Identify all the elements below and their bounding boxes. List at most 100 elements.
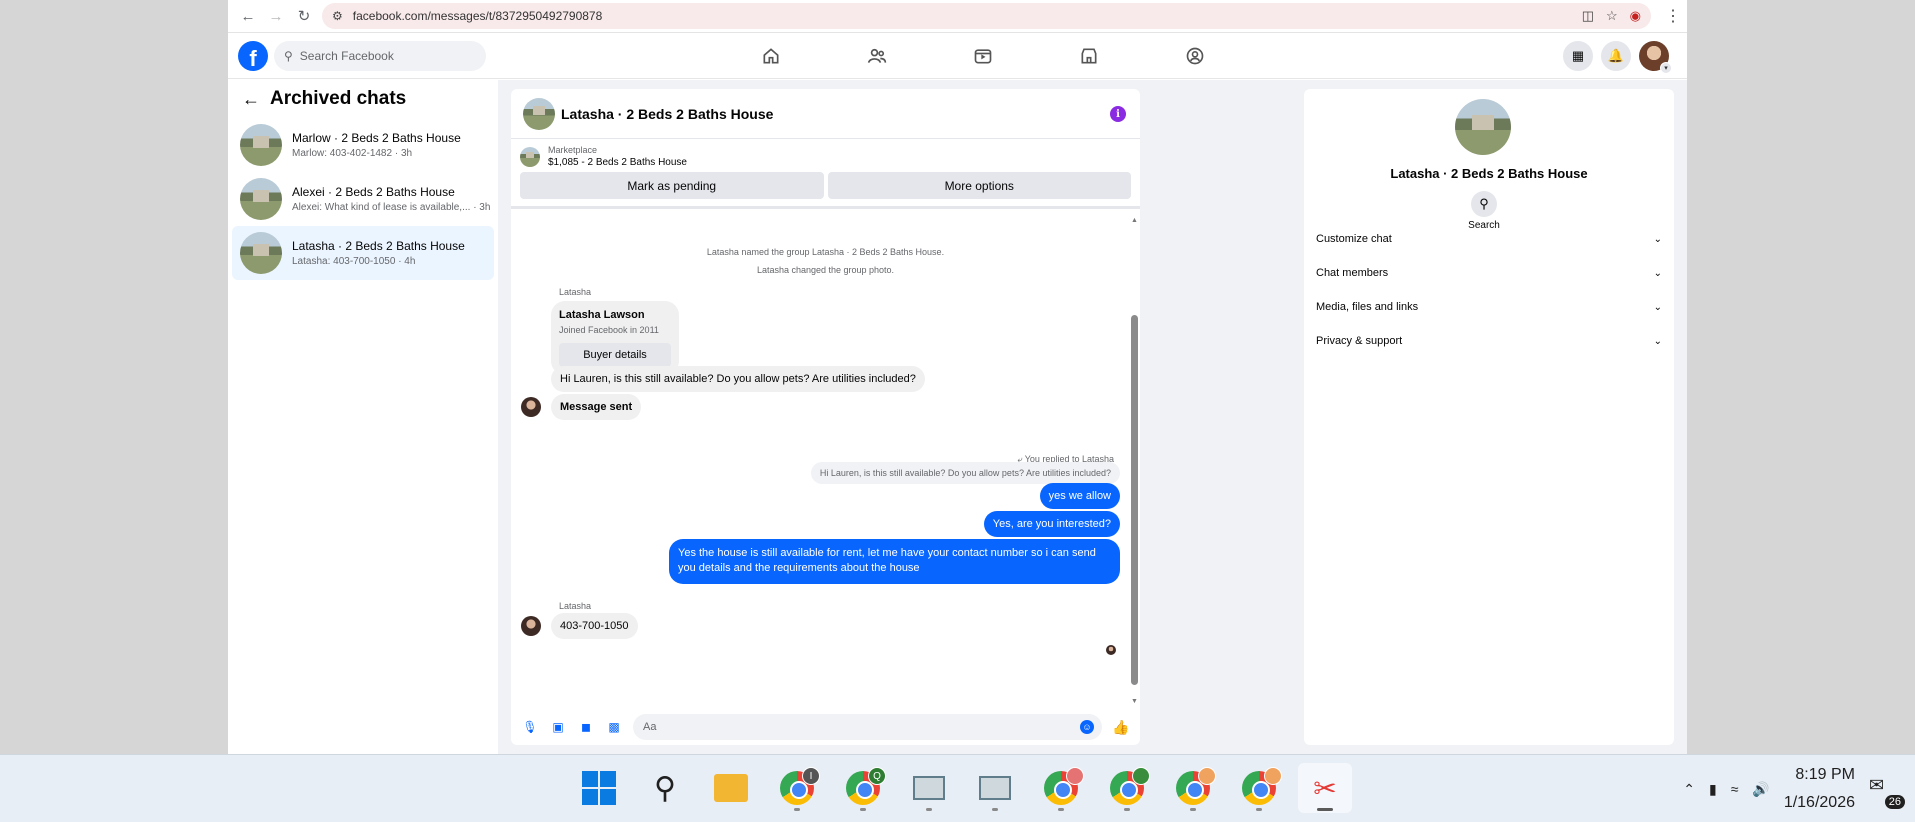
marketplace-tab[interactable] [1036,33,1142,79]
browser-menu-icon[interactable]: ⋮ [1659,6,1687,26]
forward-icon[interactable]: → [262,2,290,30]
scroll-down-icon[interactable]: ▼ [1131,698,1138,705]
clock[interactable]: 8:19 PM 1/16/2026 [1784,761,1855,817]
listing-title: $1,085 - 2 Beds 2 Baths House [548,157,687,168]
outgoing-message[interactable]: yes we allow [1039,483,1120,509]
chat-list-item[interactable]: Alexei · 2 Beds 2 Baths House Alexei: Wh… [232,172,494,226]
profile-avatar-badge [1198,767,1216,785]
chat-info-name: Latasha · 2 Beds 2 Baths House [1390,166,1588,181]
profile-icon[interactable]: ◉ [1630,8,1641,24]
chat-photo[interactable] [1455,99,1511,155]
chat-members-section[interactable]: Chat members ⌄ [1316,259,1662,287]
sender-avatar[interactable] [521,397,541,417]
running-indicator [1190,808,1196,811]
account-avatar[interactable]: ▾ [1639,41,1672,74]
scroll-up-icon[interactable]: ▲ [1131,217,1138,224]
scrollbar-thumb[interactable] [1131,315,1138,685]
chevron-down-icon: ⌄ [1653,267,1662,279]
groups-tab[interactable] [1142,33,1248,79]
url-field[interactable]: ⚙ facebook.com/messages/t/83729504927908… [322,3,1651,29]
site-info-icon[interactable]: ⚙ [332,9,343,23]
chrome-profile-button[interactable] [1034,763,1088,813]
speaker-icon[interactable]: 🔊 [1752,781,1769,798]
buyer-details-button[interactable]: Buyer details [559,343,671,367]
battery-icon[interactable]: ▮ [1709,781,1717,798]
chevron-down-icon: ⌄ [1653,301,1662,313]
running-indicator [794,808,800,811]
emoji-icon[interactable]: ☺ [1080,720,1094,734]
url-text: facebook.com/messages/t/8372950492790878 [352,9,603,23]
chrome-profile-button[interactable] [1100,763,1154,813]
outgoing-message[interactable]: Yes the house is still available for ren… [669,539,1120,584]
chat-thumbnail [240,178,282,220]
chevron-up-icon[interactable]: ⌃ [1683,781,1695,798]
friends-tab[interactable] [824,33,930,79]
system-message: Latasha named the group Latasha · 2 Beds… [706,247,945,257]
customize-chat-section[interactable]: Customize chat ⌄ [1316,225,1662,253]
section-label: Customize chat [1316,233,1392,245]
windows-logo-icon [582,771,616,805]
file-explorer-button[interactable] [704,763,758,813]
sticker-icon[interactable]: ◼ [577,718,595,736]
thread-scrollbar[interactable]: ▲ ▼ [1131,217,1138,705]
media-files-links-section[interactable]: Media, files and links ⌄ [1316,293,1662,321]
chrome-profile-button[interactable] [1232,763,1286,813]
notification-center[interactable]: ✉ 26 [1869,775,1905,809]
messenger-body: ← Archived chats Marlow · 2 Beds 2 Baths… [228,80,1687,754]
install-app-icon[interactable]: ◫ [1582,8,1594,24]
back-icon[interactable]: ← [234,2,262,30]
outgoing-message[interactable]: Yes, are you interested? [983,511,1120,537]
search-button[interactable]: ⚲ [638,763,692,813]
conversation-title[interactable]: Latasha · 2 Beds 2 Baths House [561,106,773,122]
notifications-bell-icon[interactable]: 🔔 [1601,41,1631,71]
buyer-name: Latasha Lawson [559,309,645,321]
start-button[interactable] [572,763,626,813]
running-indicator [1256,808,1262,811]
incoming-message[interactable]: Message sent [551,394,642,420]
privacy-support-section[interactable]: Privacy & support ⌄ [1316,327,1662,355]
wifi-icon[interactable]: ≈ [1731,781,1739,797]
app-window-button[interactable] [968,763,1022,813]
reload-icon[interactable]: ↻ [290,2,318,30]
archived-title: Archived chats [270,88,407,109]
sender-avatar[interactable] [521,616,541,636]
snipping-tool-button[interactable]: ✂ [1298,763,1352,813]
profile-badge: I [802,767,820,785]
quoted-message[interactable]: Hi Lauren, is this still available? Do y… [810,462,1120,484]
microphone-icon[interactable]: 🎙 [521,718,539,736]
menu-grid-icon[interactable]: ▦ [1563,41,1593,71]
more-options-button[interactable]: More options [827,172,1131,199]
system-tray: ⌃ ▮ ≈ 🔊 8:19 PM 1/16/2026 ✉ 26 [1683,755,1905,822]
app-window-button[interactable] [902,763,956,813]
search-icon: ⚲ [1471,191,1497,217]
facebook-search-field[interactable]: ⚲ Search Facebook [274,40,486,71]
chrome-profile-button[interactable]: I [770,763,824,813]
incoming-message[interactable]: Hi Lauren, is this still available? Do y… [551,366,925,392]
back-arrow-icon[interactable]: ← [242,89,260,110]
listing-row[interactable]: Marketplace $1,085 - 2 Beds 2 Baths Hous… [511,139,1140,168]
gif-icon[interactable]: ▩ [605,718,623,736]
marketplace-label: Marketplace [548,145,598,155]
conversation-thumbnail[interactable] [523,97,555,130]
scissors-icon: ✂ [1313,772,1337,804]
windows-taskbar: ⚲ I Q ✂ ⌃ ▮ ≈ 🔊 8:19 PM 1/16/2026 ✉ 26 [0,754,1915,822]
bookmark-star-icon[interactable]: ☆ [1606,8,1618,24]
facebook-logo-icon[interactable]: f [238,40,268,71]
home-tab[interactable] [718,33,824,79]
video-tab[interactable] [930,33,1036,79]
account-nav: ▦ 🔔 ▾ [1563,41,1672,74]
notification-icon: ✉ [1869,775,1885,795]
chat-list-item-active[interactable]: Latasha · 2 Beds 2 Baths House Latasha: … [232,226,494,280]
chrome-profile-button[interactable]: Q [836,763,890,813]
photo-icon[interactable]: ▣ [549,718,567,736]
archived-chats-panel: ← Archived chats Marlow · 2 Beds 2 Baths… [228,80,498,754]
thumbs-up-icon[interactable]: 👍 [1112,718,1130,736]
message-input[interactable]: Aa ☺ [633,714,1102,740]
chevron-down-icon: ▾ [1660,62,1672,74]
mark-as-pending-button[interactable]: Mark as pending [520,172,824,199]
info-icon[interactable]: i [1110,106,1126,122]
chat-list-item[interactable]: Marlow · 2 Beds 2 Baths House Marlow: 40… [232,118,494,172]
chrome-profile-button[interactable] [1166,763,1220,813]
incoming-message[interactable]: 403-700-1050 [551,613,638,639]
chat-info-panel: Latasha · 2 Beds 2 Baths House ⚲ Search … [1304,89,1674,745]
